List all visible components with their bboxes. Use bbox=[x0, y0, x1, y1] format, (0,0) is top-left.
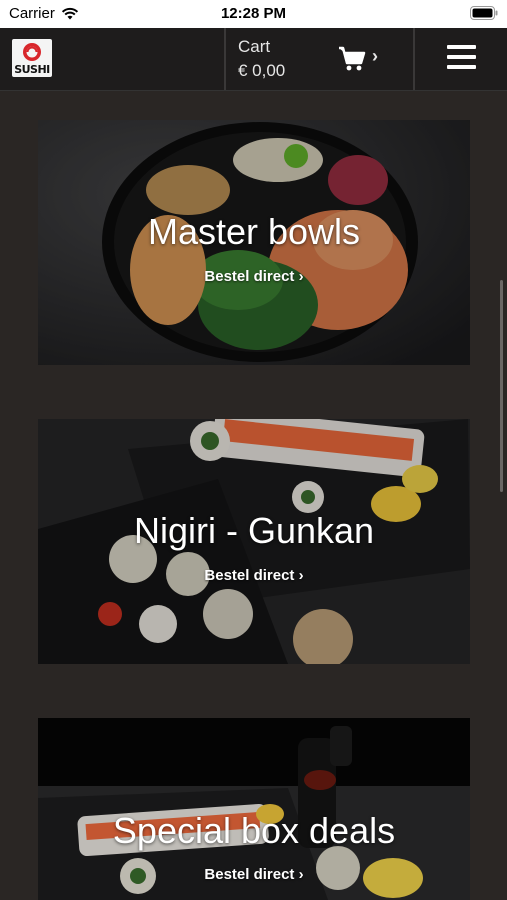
cart-label: Cart bbox=[238, 37, 271, 56]
header-divider bbox=[413, 28, 415, 90]
chevron-right-icon: › bbox=[372, 46, 378, 66]
cart-button[interactable]: Cart € 0,00 › bbox=[226, 28, 412, 90]
category-title: Master bowls bbox=[147, 211, 361, 252]
order-now-link[interactable]: Bestel direct › bbox=[38, 268, 470, 285]
status-time: 12:28 PM bbox=[220, 5, 287, 22]
category-card-master-bowls[interactable]: Master bowls Bestel direct › bbox=[38, 120, 470, 365]
app-header: SUSHI Cart € 0,00 › bbox=[0, 28, 507, 91]
scrollbar[interactable] bbox=[500, 280, 503, 492]
battery-icon bbox=[470, 6, 498, 20]
menu-bar bbox=[447, 55, 476, 59]
menu-bar bbox=[447, 45, 476, 49]
order-now-link[interactable]: Bestel direct › bbox=[38, 567, 470, 584]
sushi-logo[interactable]: SUSHI bbox=[12, 39, 52, 77]
order-now-link[interactable]: Bestel direct › bbox=[38, 866, 470, 883]
category-title: Nigiri - Gunkan bbox=[133, 510, 375, 551]
category-card-special-box-deals[interactable]: Special box deals Bestel direct › bbox=[38, 718, 470, 900]
category-title: Special box deals bbox=[112, 810, 396, 851]
cart-total: € 0,00 bbox=[238, 61, 286, 80]
logo-text: SUSHI bbox=[14, 63, 50, 76]
status-bar: Carrier 12:28 PM bbox=[0, 0, 507, 28]
cart-icon bbox=[339, 46, 366, 71]
hamburger-menu-icon[interactable] bbox=[416, 28, 507, 90]
category-card-nigiri-gunkan[interactable]: Nigiri - Gunkan Bestel direct › bbox=[38, 419, 470, 664]
menu-bar bbox=[447, 65, 476, 69]
